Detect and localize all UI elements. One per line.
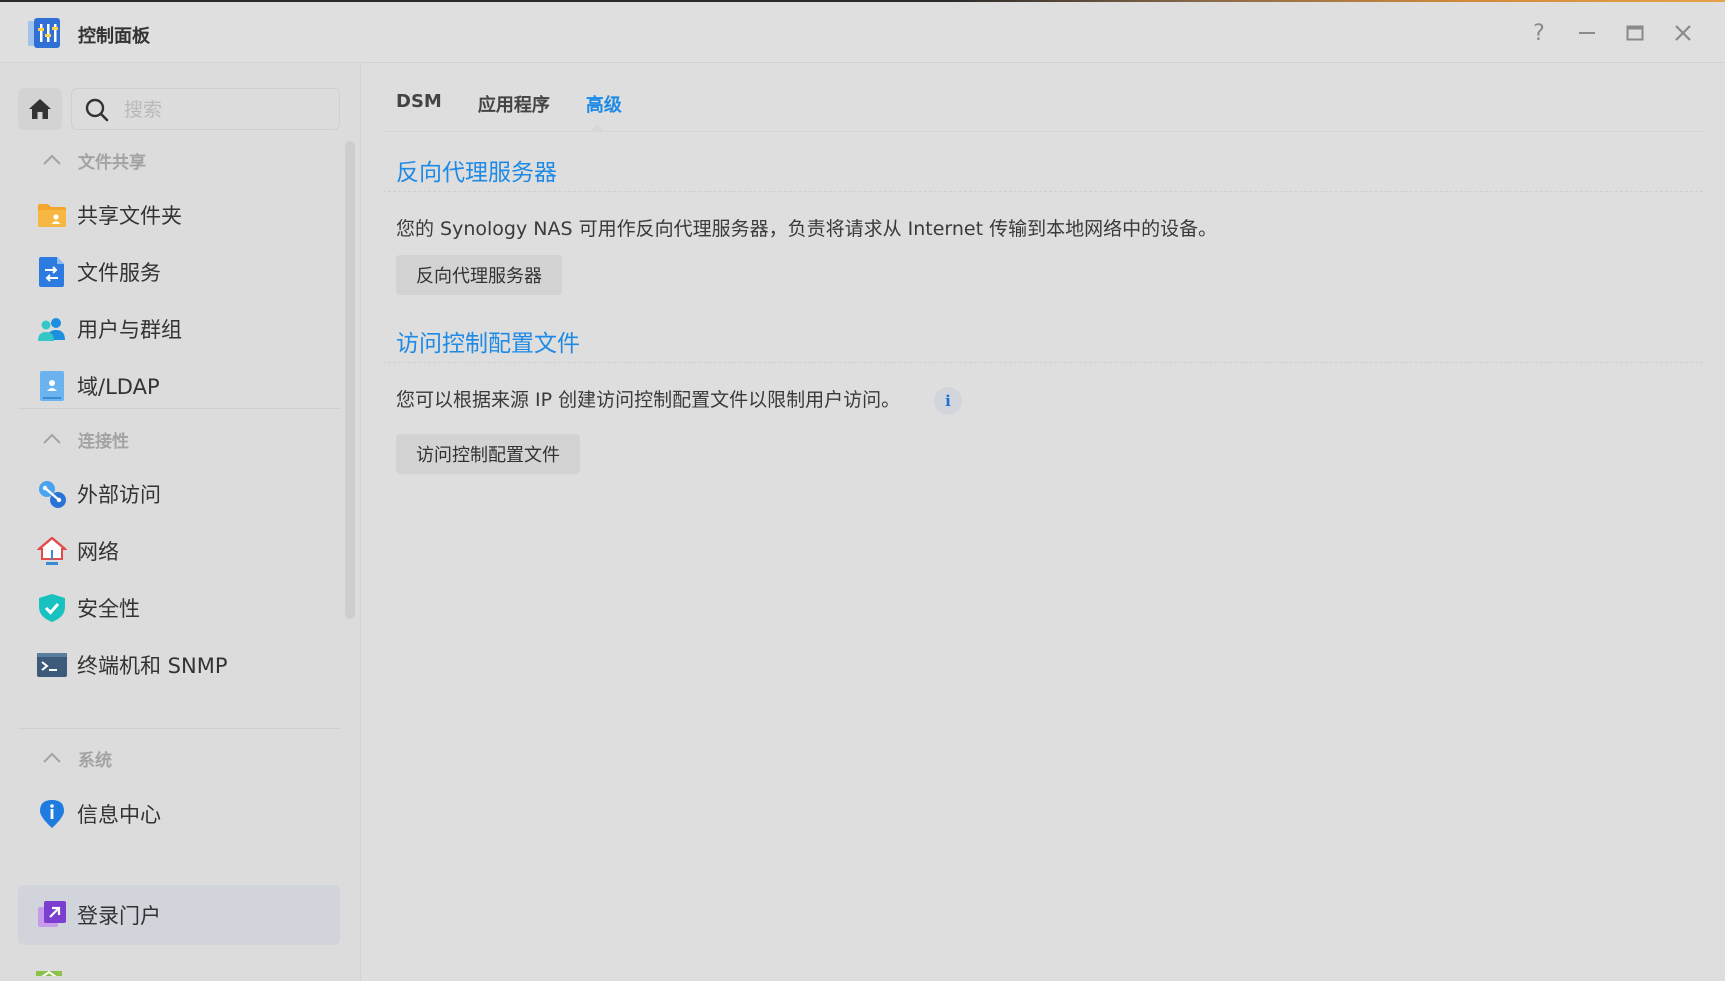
search-input[interactable] [122, 97, 326, 123]
sidebar-item-label: 登录门户 [77, 904, 161, 928]
group-header-file-sharing[interactable]: 文件共享 [42, 148, 146, 173]
sidebar-item-external-access[interactable]: 外部访问 [18, 464, 340, 524]
group-header-connectivity[interactable]: 连接性 [42, 427, 129, 452]
active-tab-caret [590, 125, 604, 132]
minimize-icon [1579, 32, 1595, 34]
users-groups-icon [36, 313, 68, 345]
help-button[interactable]: ? [1526, 20, 1552, 46]
chevron-up-icon [43, 433, 61, 444]
close-button[interactable] [1670, 20, 1696, 46]
app-title: 控制面板 [78, 26, 150, 47]
info-center-icon [36, 798, 68, 830]
group-divider [18, 408, 340, 409]
group-header-system[interactable]: 系统 [42, 746, 112, 771]
sidebar-item-label: 网络 [77, 540, 119, 564]
login-portal-icon [36, 899, 68, 931]
sidebar-item-label: 文件服务 [77, 261, 161, 285]
sidebar-item-label: 信息中心 [77, 803, 161, 827]
maximize-button[interactable] [1622, 20, 1648, 46]
tab-dsm[interactable]: DSM [396, 91, 442, 117]
security-shield-icon [36, 592, 68, 624]
sidebar: 文件共享 共享文件夹 文件服务 用户与群组 域/LDAP [0, 63, 361, 981]
sidebar-item-terminal-snmp[interactable]: 终端机和 SNMP [18, 635, 340, 695]
chevron-up-icon [43, 752, 61, 763]
sidebar-item-label: 域/LDAP [77, 375, 160, 399]
group-title: 文件共享 [78, 152, 146, 173]
sidebar-item-users-groups[interactable]: 用户与群组 [18, 299, 340, 359]
group-divider [18, 728, 340, 729]
group-title: 连接性 [78, 431, 129, 452]
help-icon: ? [1533, 20, 1545, 46]
sidebar-item-label: 用户与群组 [77, 318, 182, 342]
section-divider [383, 362, 1703, 363]
section-title-reverse-proxy: 反向代理服务器 [396, 160, 557, 186]
external-access-icon [36, 478, 68, 510]
shared-folder-icon [36, 199, 68, 231]
sidebar-item-label: 共享文件夹 [77, 204, 182, 228]
group-title: 系统 [78, 750, 112, 771]
file-services-icon [36, 256, 68, 288]
sidebar-item-shared-folder[interactable]: 共享文件夹 [18, 185, 340, 245]
sidebar-scrollbar[interactable] [345, 141, 355, 619]
close-icon [1675, 25, 1691, 41]
sidebar-item-file-services[interactable]: 文件服务 [18, 242, 340, 302]
section-description: 您的 Synology NAS 可用作反向代理服务器，负责将请求从 Intern… [396, 218, 1218, 240]
sidebar-item-label: 外部访问 [77, 483, 161, 507]
main-content: DSM 应用程序 高级 反向代理服务器 您的 Synology NAS 可用作反… [361, 63, 1725, 981]
network-icon [36, 535, 68, 567]
tab-applications[interactable]: 应用程序 [478, 91, 550, 117]
domain-ldap-icon [36, 370, 68, 402]
next-item-icon-partial [36, 966, 62, 976]
reverse-proxy-button[interactable]: 反向代理服务器 [396, 255, 562, 295]
sidebar-item-info-center[interactable]: 信息中心 [18, 784, 340, 844]
sidebar-item-domain-ldap[interactable]: 域/LDAP [18, 356, 340, 416]
home-icon [29, 99, 51, 119]
chevron-up-icon [43, 154, 61, 165]
search-icon [85, 98, 109, 122]
section-title-access-control: 访问控制配置文件 [396, 331, 580, 357]
section-description: 您可以根据来源 IP 创建访问控制配置文件以限制用户访问。 [396, 389, 901, 411]
home-button[interactable] [18, 88, 62, 130]
sidebar-item-login-portal[interactable]: 登录门户 [18, 885, 340, 945]
tab-advanced[interactable]: 高级 [586, 91, 622, 117]
tab-bar: DSM 应用程序 高级 [396, 91, 658, 117]
search-box[interactable] [71, 88, 340, 130]
sidebar-item-security[interactable]: 安全性 [18, 578, 340, 638]
minimize-button[interactable] [1574, 20, 1600, 46]
access-control-profile-button[interactable]: 访问控制配置文件 [396, 434, 580, 474]
control-panel-icon [28, 18, 62, 48]
sidebar-item-network[interactable]: 网络 [18, 521, 340, 581]
terminal-icon [36, 649, 68, 681]
info-icon[interactable]: i [934, 387, 962, 415]
maximize-icon [1626, 25, 1644, 41]
title-bar: 控制面板 ? [0, 2, 1725, 63]
sidebar-item-label: 终端机和 SNMP [77, 654, 228, 678]
sidebar-item-label: 安全性 [77, 597, 140, 621]
control-panel-window: 控制面板 ? 文件共 [0, 2, 1725, 981]
tab-underline [383, 131, 1703, 132]
section-divider [383, 191, 1703, 192]
